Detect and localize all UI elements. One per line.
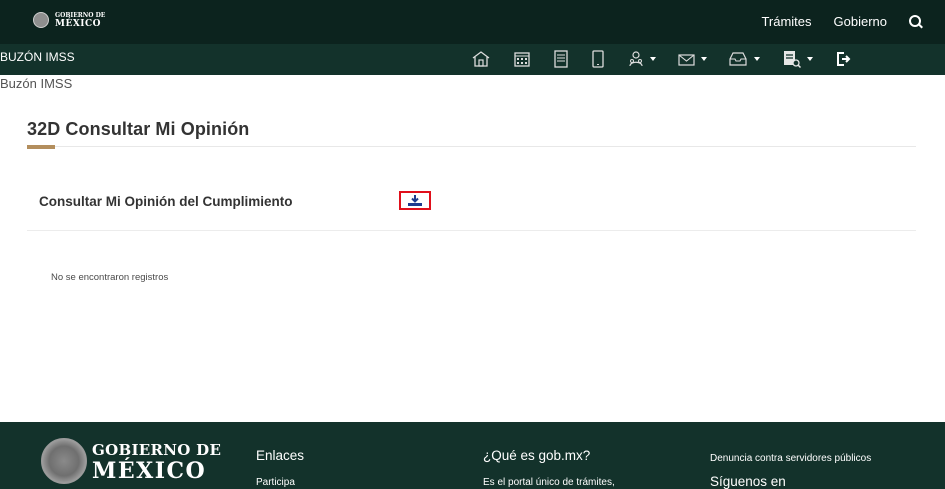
footer-about-text: Es el portal único de trámites, [483, 477, 615, 488]
footer-report-link[interactable]: Denuncia contra servidores públicos [710, 453, 871, 464]
calendar-icon[interactable] [513, 47, 531, 71]
mobile-icon[interactable] [591, 47, 605, 71]
title-divider [27, 146, 916, 147]
chevron-down-icon [807, 57, 813, 61]
top-nav: Trámites Gobierno [761, 14, 923, 29]
title-accent-bar [27, 145, 55, 149]
inbox-icon[interactable] [729, 47, 760, 71]
document-icon[interactable] [553, 47, 569, 71]
footer-links-heading: Enlaces [256, 448, 305, 463]
footer-logo: GOBIERNO DE MÉXICO [92, 441, 222, 484]
seal-icon [41, 438, 87, 484]
home-icon[interactable] [471, 47, 491, 71]
footer-about-heading: ¿Qué es gob.mx? [483, 448, 591, 463]
empty-results-message: No se encontraron registros [51, 272, 169, 283]
top-header: GOBIERNO DE MÉXICO Trámites Gobierno [0, 0, 945, 44]
opinion-row-label: Consultar Mi Opinión del Cumplimiento [39, 194, 293, 209]
footer-link-participa[interactable]: Participa [256, 477, 295, 488]
download-icon [408, 195, 422, 206]
nav-tramites[interactable]: Trámites [761, 14, 811, 29]
logo-line2: MÉXICO [55, 19, 102, 29]
chevron-down-icon [701, 57, 707, 61]
nav-gobierno[interactable]: Gobierno [834, 14, 887, 29]
row-divider [27, 230, 916, 231]
nav-icons [471, 47, 873, 71]
footer-follow-heading: Síguenos en [710, 474, 786, 489]
seal-icon [33, 12, 49, 28]
page-title: 32D Consultar Mi Opinión [27, 119, 250, 139]
logout-icon[interactable] [835, 47, 851, 71]
buzon-brand[interactable]: BUZÓN IMSS [0, 50, 75, 64]
gobierno-logo[interactable]: GOBIERNO DE MÉXICO [33, 12, 105, 29]
download-button[interactable] [399, 191, 431, 210]
report-icon[interactable] [782, 47, 813, 71]
chevron-down-icon [650, 57, 656, 61]
breadcrumb[interactable]: Buzón IMSS [0, 76, 72, 91]
search-icon[interactable] [909, 14, 923, 29]
chevron-down-icon [754, 57, 760, 61]
mail-icon[interactable] [678, 47, 707, 71]
secondary-nav: BUZÓN IMSS [0, 44, 945, 75]
footer: GOBIERNO DE MÉXICO Enlaces Participa ¿Qu… [0, 422, 945, 489]
users-icon[interactable] [627, 47, 656, 71]
